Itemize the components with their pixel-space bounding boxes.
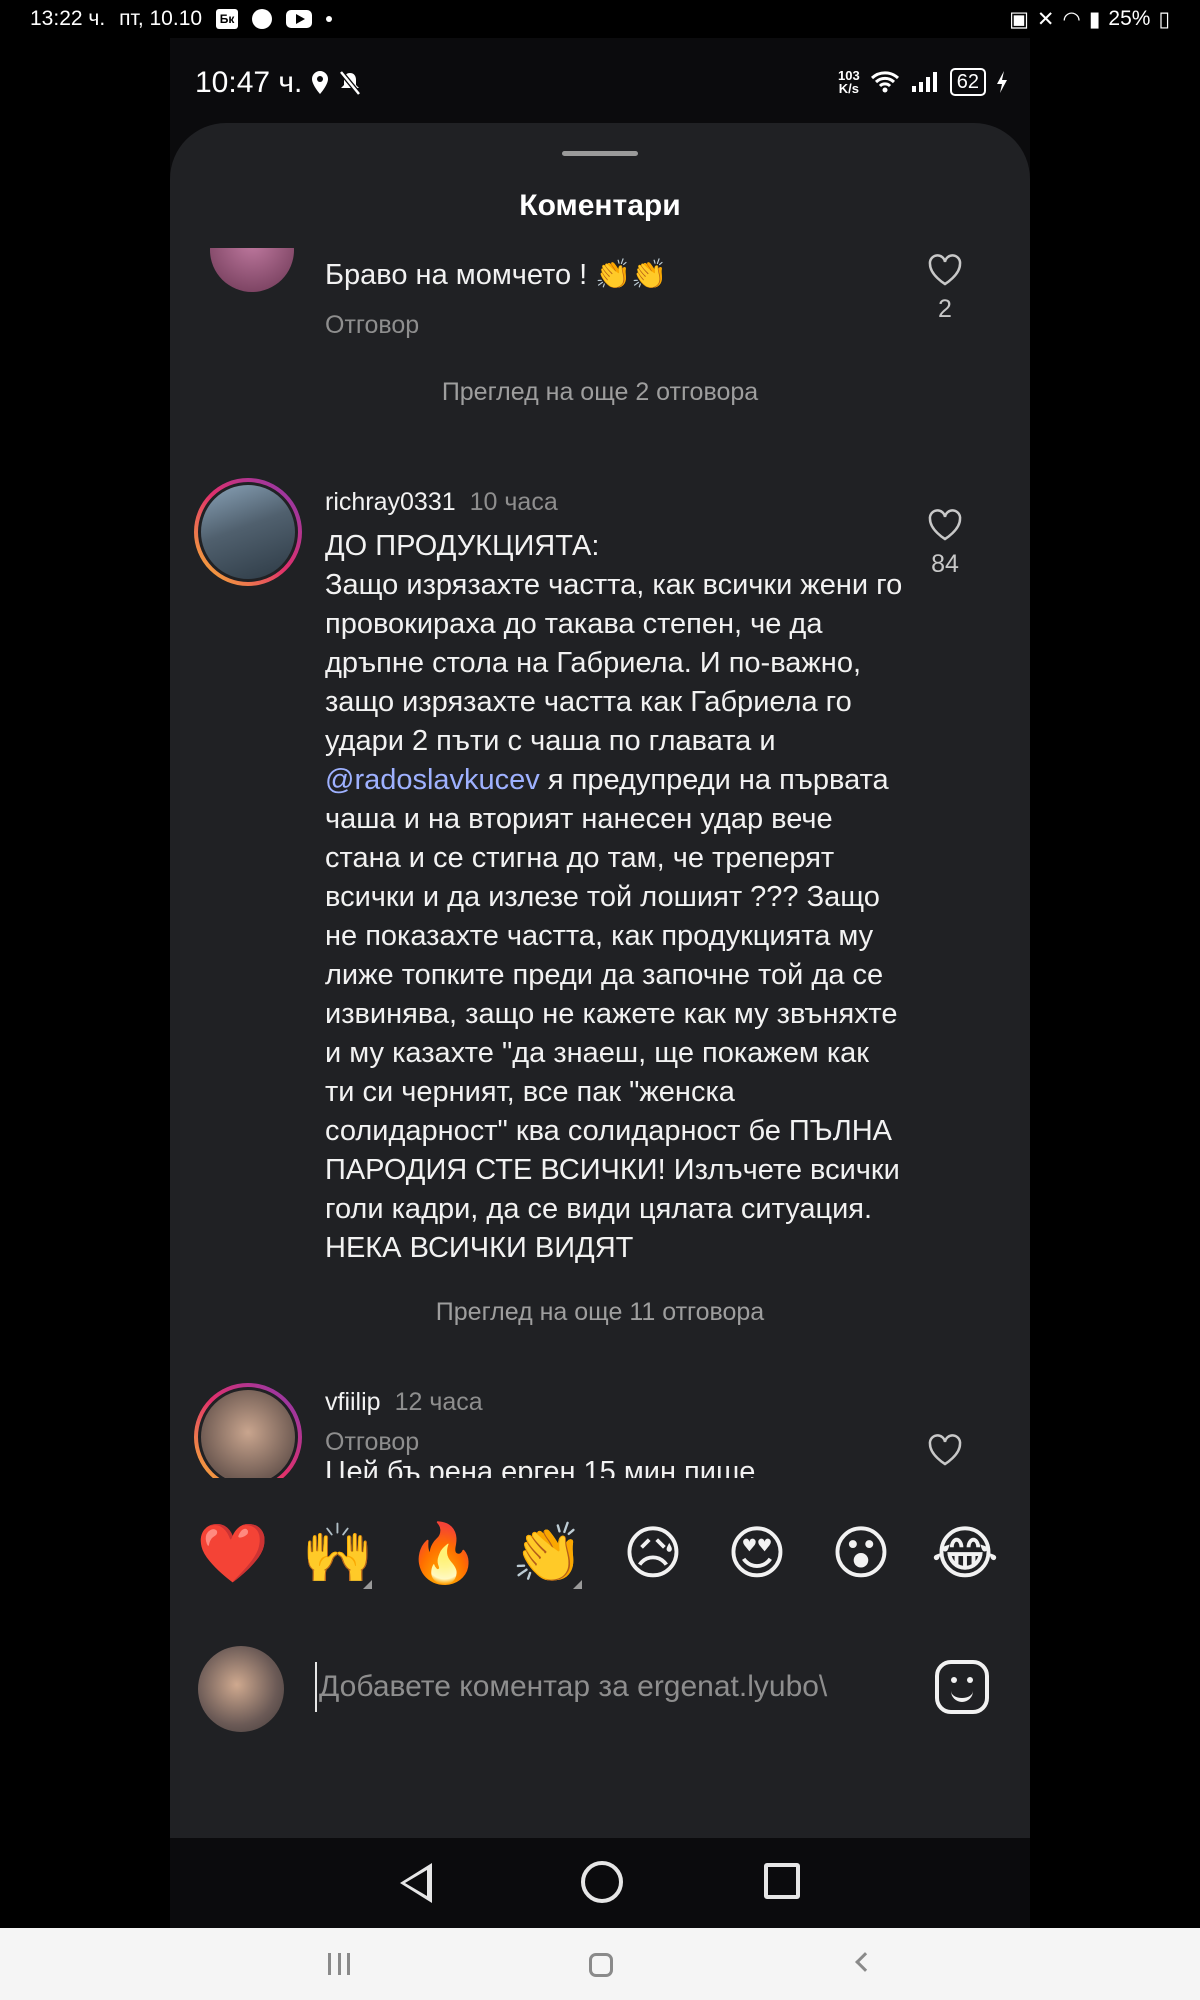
sheet-title: Коментари xyxy=(519,189,681,222)
phone-clock: 10:47 ч. xyxy=(195,66,303,99)
tablet-date: пт, 10.10 xyxy=(119,7,203,30)
heart-emoji-icon[interactable]: ❤️ xyxy=(193,1513,273,1593)
surprised-face-emoji-icon[interactable]: 😮 xyxy=(821,1513,901,1593)
emoji-reaction-bar: ❤️ 🙌 🔥 👏 😥 😍 😮 😂 xyxy=(170,1513,1030,1603)
comment-text: Цей бъ рена ерген 15 мин пише xyxy=(325,1456,756,1478)
reply-button[interactable]: Отговор xyxy=(325,311,419,340)
sticker-icon[interactable] xyxy=(935,1660,989,1714)
fire-emoji-icon[interactable]: 🔥 xyxy=(404,1513,484,1593)
lock-icon: ▣ xyxy=(1009,7,1029,31)
like-count: 2 xyxy=(938,295,952,323)
mute-bell-icon xyxy=(339,70,362,96)
recent-apps-icon[interactable] xyxy=(328,1953,350,1975)
back-chevron-icon[interactable] xyxy=(855,1952,875,1972)
wifi-icon: ◠ xyxy=(1062,7,1081,31)
laughing-tears-emoji-icon[interactable]: 😂 xyxy=(925,1513,1005,1593)
comment-input[interactable]: Добавете коментар за ergenat.lyubo\ xyxy=(315,1662,875,1712)
like-control: 2 xyxy=(925,253,965,324)
like-control xyxy=(925,1433,965,1467)
view-more-replies[interactable]: Преглед на още 2 отговора xyxy=(170,378,1030,407)
comment-time: 12 часа xyxy=(394,1388,483,1416)
battery-icon: ▯ xyxy=(1158,7,1170,31)
heart-icon[interactable] xyxy=(927,1433,963,1467)
like-count: 84 xyxy=(931,550,959,578)
comment-text: Браво на момчето ! 👏👏 xyxy=(325,259,668,291)
view-more-replies[interactable]: Преглед на още 11 отговора xyxy=(170,1298,1030,1327)
crying-face-emoji-icon[interactable]: 😥 xyxy=(613,1513,693,1593)
tablet-clock: 13:22 ч. xyxy=(30,7,106,30)
back-triangle-icon[interactable] xyxy=(400,1863,432,1903)
commenter-avatar[interactable] xyxy=(194,478,302,586)
comment-time: 10 часа xyxy=(469,488,558,516)
phone-navigation-bar xyxy=(170,1838,1030,1928)
messenger-notification-icon xyxy=(252,9,273,29)
mention-link[interactable]: @radoslavkucev xyxy=(325,764,540,796)
comment-composer: Добавете коментар за ergenat.lyubo\ xyxy=(170,1638,1030,1748)
mute-icon: ✕ xyxy=(1036,7,1055,31)
wifi-icon xyxy=(870,71,899,93)
heart-eyes-emoji-icon[interactable]: 😍 xyxy=(717,1513,797,1593)
tablet-navigation-bar xyxy=(0,1928,1200,2000)
home-circle-icon[interactable] xyxy=(581,1861,623,1903)
current-user-avatar xyxy=(198,1646,284,1732)
sheet-drag-handle[interactable] xyxy=(562,151,638,156)
comment-username[interactable]: richray0331 10 часа xyxy=(325,488,558,517)
signal-icon: ▮ xyxy=(1088,7,1101,31)
comment-username[interactable]: vfiilip 12 часа xyxy=(325,1388,483,1417)
tablet-status-bar: 13:22 ч. пт, 10.10 Бк ▣ ✕ ◠ ▮ 25% ▯ xyxy=(0,0,1200,38)
comments-sheet: Коментари Браво на момчето ! 👏👏 Отговор … xyxy=(170,123,1030,1838)
youtube-notification-icon xyxy=(286,10,313,28)
raising-hands-emoji-icon[interactable]: 🙌 xyxy=(298,1513,378,1593)
location-icon xyxy=(312,71,329,94)
comments-list[interactable]: Браво на момчето ! 👏👏 Отговор 2 Преглед … xyxy=(170,248,1030,1478)
tablet-battery-level: 25% xyxy=(1108,7,1151,30)
heart-icon[interactable] xyxy=(927,253,963,287)
commenter-avatar[interactable] xyxy=(210,248,294,292)
phone-status-bar: 10:47 ч. 103 K/s 62 xyxy=(170,38,1030,128)
network-speed: 103 K/s xyxy=(838,68,860,96)
more-notifications-dot-icon xyxy=(326,16,333,22)
comment-item: vfiilip 12 часа Цей бъ рена ерген 15 мин … xyxy=(170,1353,1030,1478)
app-notification-icon: Бк xyxy=(216,9,239,29)
phone-screenshot: 10:47 ч. 103 K/s 62 Коментари Браво на м… xyxy=(170,38,1030,1928)
commenter-avatar[interactable] xyxy=(194,1383,302,1478)
phone-battery-level: 62 xyxy=(949,68,986,96)
clapping-hands-emoji-icon[interactable]: 👏 xyxy=(508,1513,588,1593)
heart-icon[interactable] xyxy=(927,508,963,542)
home-icon[interactable] xyxy=(589,1953,613,1977)
recents-square-icon[interactable] xyxy=(764,1863,800,1899)
comment-text: ДО ПРОДУКЦИЯТА: Защо изрязахте частта, к… xyxy=(325,530,908,1264)
signal-icon xyxy=(911,72,937,92)
like-control: 84 xyxy=(925,508,965,579)
charging-icon xyxy=(997,71,1007,93)
